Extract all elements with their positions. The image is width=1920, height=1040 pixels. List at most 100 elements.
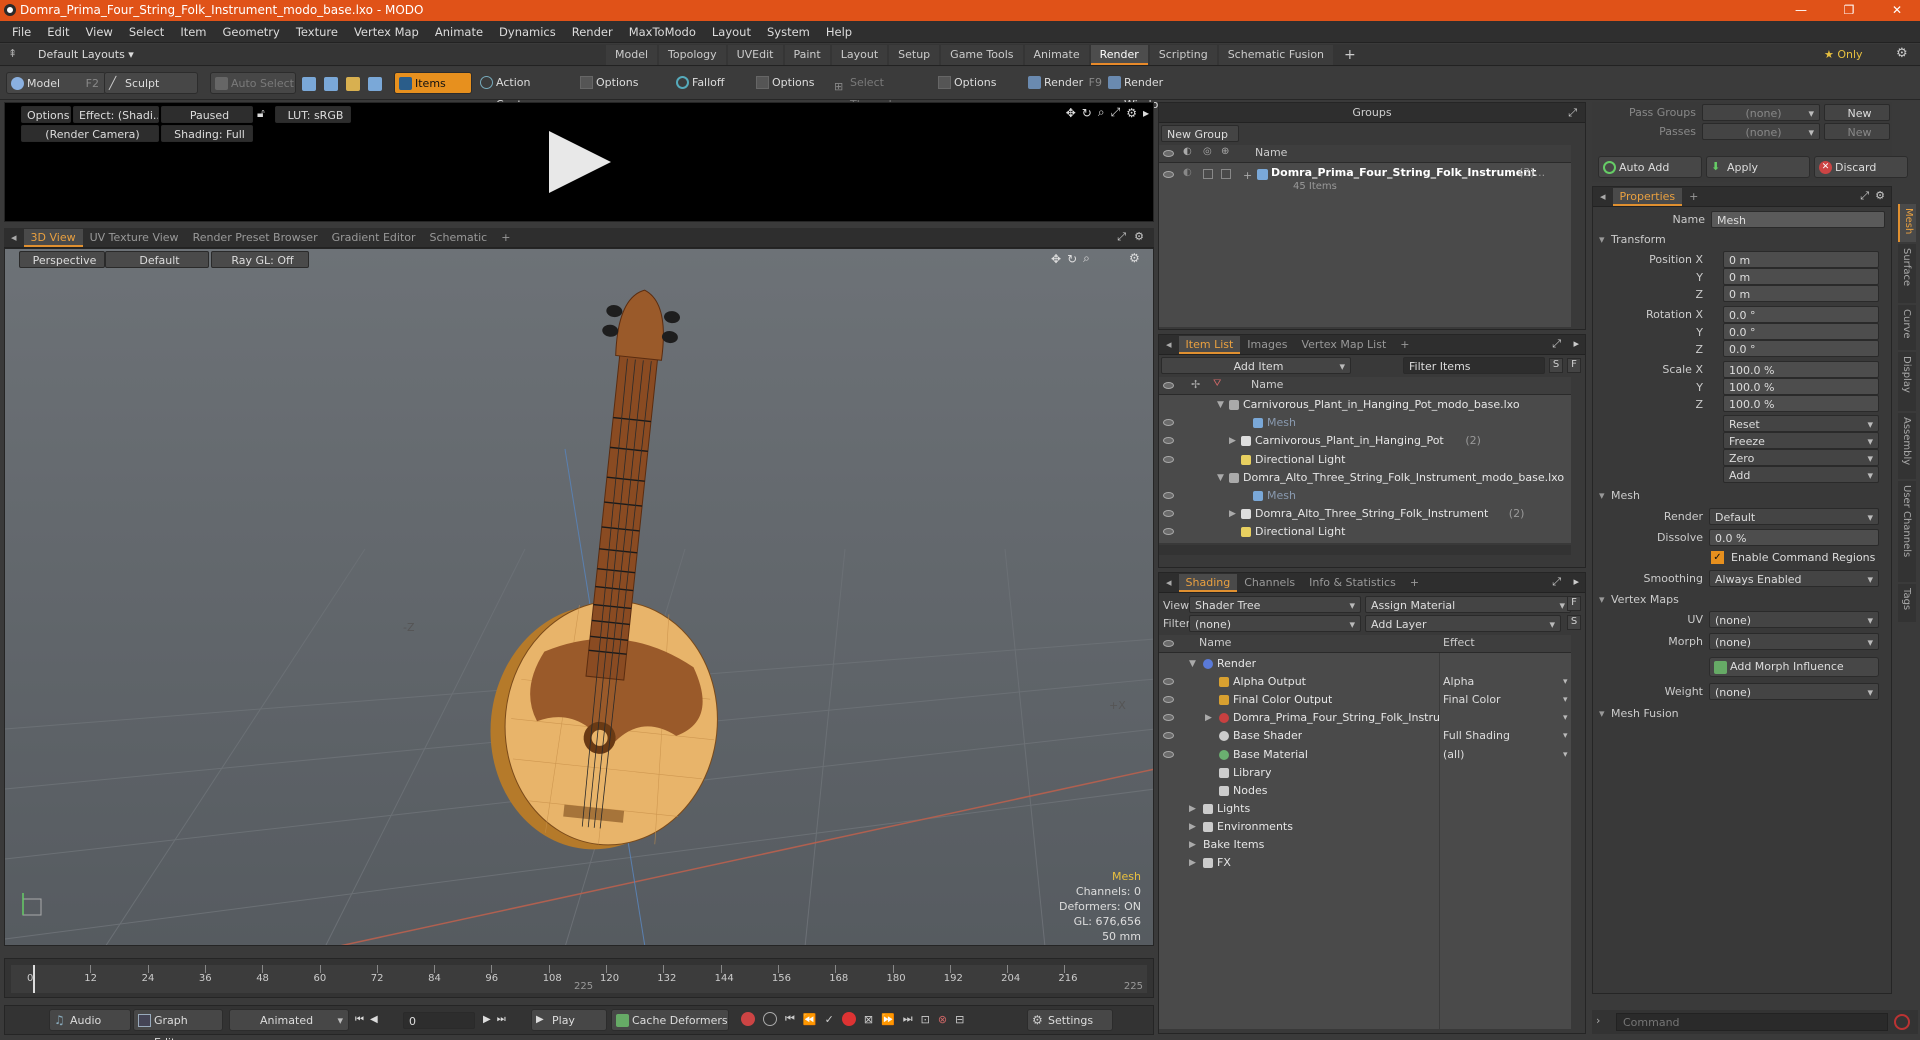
zoom-icon[interactable]: ⌕	[1098, 105, 1105, 120]
play-preview-icon[interactable]	[545, 129, 615, 195]
mesh-fusion-section[interactable]: Mesh Fusion	[1593, 705, 1679, 723]
preview-paused-button[interactable]: Paused	[161, 106, 253, 123]
render-button[interactable]: Render F9	[1024, 72, 1102, 94]
shading-arrow-icon[interactable]: ▸	[1573, 575, 1579, 588]
maximize-button[interactable]: ❐	[1834, 2, 1864, 18]
viewport-gear-icon[interactable]: ⚙	[1134, 230, 1144, 243]
item-type-icon[interactable]: ⛛	[1213, 378, 1221, 389]
lock-column-icon[interactable]: ✢	[1191, 378, 1200, 391]
select-through-button[interactable]: ⊞ Select Through	[830, 72, 932, 111]
smoothing-dropdown[interactable]: Always Enabled	[1709, 570, 1879, 587]
shader-tree-row[interactable]: Base Shader Full Shading ▾	[1159, 727, 1571, 745]
pass-groups-dropdown[interactable]: (none)	[1702, 104, 1820, 121]
skip-to-start-icon[interactable]: ⏮	[355, 1014, 364, 1025]
shader-tree[interactable]: Name Effect ▼ Render Alpha Output Alpha ▾ Fin…	[1159, 635, 1571, 1029]
key-icon[interactable]: ⏪	[803, 1013, 817, 1026]
item-list-arrow-icon[interactable]: ▸	[1573, 337, 1579, 350]
side-tab-user-channels[interactable]: User Channels	[1898, 481, 1916, 582]
visibility-eye-icon[interactable]	[1163, 510, 1174, 518]
apply-button[interactable]: ⬇ Apply	[1706, 156, 1810, 178]
visibility-eye-icon[interactable]	[1163, 382, 1174, 389]
tab-paint[interactable]: Paint	[784, 45, 830, 65]
key-mode-icon[interactable]	[763, 1012, 777, 1026]
menu-texture[interactable]: Texture	[288, 21, 346, 43]
zoom-icon[interactable]: ⌕	[1083, 251, 1090, 266]
position-y-input[interactable]: 0 m	[1723, 268, 1879, 285]
add-morph-influence-button[interactable]: Add Morph Influence	[1709, 657, 1879, 677]
audio-button[interactable]: ♫ Audio	[49, 1009, 131, 1031]
preview-lut-dropdown[interactable]: LUT: sRGB	[275, 106, 351, 123]
rotate-icon[interactable]: ↻	[1082, 106, 1092, 120]
command-history-icon[interactable]	[1894, 1014, 1910, 1030]
scale-x-input[interactable]: 100.0 %	[1723, 361, 1879, 378]
expand-arrow-icon[interactable]: ▶	[1229, 505, 1236, 523]
action-center-options-button[interactable]: Options	[576, 72, 670, 94]
maximize-icon[interactable]: ⤢	[1111, 105, 1121, 120]
group-row[interactable]: ◐ + Domra_Prima_Four_String_Folk_Instrum…	[1159, 165, 1571, 205]
record-icon[interactable]	[841, 1012, 856, 1026]
transform-section[interactable]: Transform	[1593, 231, 1666, 249]
shader-filter-dropdown[interactable]: (none)	[1189, 615, 1361, 632]
preview-shading-dropdown[interactable]: Shading: Full	[161, 125, 253, 142]
item-list-maximize-icon[interactable]: ⤢	[1552, 337, 1561, 351]
next-key-icon[interactable]: ▶	[483, 1014, 491, 1025]
tab-topology[interactable]: Topology	[659, 45, 726, 65]
shader-effect-dropdown[interactable]: Final Color	[1443, 691, 1563, 709]
position-x-input[interactable]: 0 m	[1723, 251, 1879, 268]
shader-tree-row[interactable]: Alpha Output Alpha ▾	[1159, 673, 1571, 691]
only-toggle[interactable]: ★ Only	[1824, 48, 1863, 61]
domra-instrument-model[interactable]	[485, 289, 755, 919]
expand-arrow-icon[interactable]: ▼	[1189, 655, 1196, 673]
enable-command-regions-checkbox[interactable]: ✓	[1711, 551, 1724, 564]
position-z-input[interactable]: 0 m	[1723, 285, 1879, 302]
rotation-y-input[interactable]: 0.0 °	[1723, 323, 1879, 340]
visibility-eye-icon[interactable]	[1163, 492, 1174, 499]
side-tab-curve[interactable]: Curve	[1898, 305, 1916, 350]
shader-tree-row[interactable]: ▶ Domra_Prima_Four_String_Folk_Instru ...…	[1159, 709, 1571, 727]
expand-arrow-icon[interactable]: ▼	[1217, 469, 1224, 487]
lock-toggle-icon[interactable]: ◎	[1203, 146, 1212, 157]
tab-3d-view[interactable]: 3D View	[23, 228, 83, 247]
visibility-eye-icon[interactable]	[1163, 750, 1174, 758]
visibility-eye-icon[interactable]	[1163, 678, 1174, 686]
shader-effect-dropdown[interactable]: (all)	[1443, 746, 1563, 764]
add-item-tab-icon[interactable]: +	[1393, 336, 1416, 354]
command-expand-icon[interactable]: ›	[1596, 1014, 1600, 1027]
model-mode-button[interactable]: Model F2	[6, 72, 106, 94]
timeline[interactable]: 0 12 24 36 48 60 72 84 96 108 120 132 144 156 168 180 19…	[4, 958, 1154, 998]
key-delete-icon[interactable]: ⊠	[864, 1013, 873, 1026]
menu-maxtomodo[interactable]: MaxToModo	[621, 21, 704, 43]
vertices-mode-icon[interactable]	[302, 77, 316, 91]
prev-keyframe-icon[interactable]: ⏮	[785, 1012, 795, 1026]
scale-z-input[interactable]: 100.0 %	[1723, 395, 1879, 412]
menu-file[interactable]: File	[4, 21, 39, 43]
properties-grip-icon[interactable]: ◂	[1593, 188, 1613, 206]
viewport-options-gear-icon[interactable]: ⚙	[1129, 251, 1140, 265]
freeze-dropdown[interactable]: Freeze	[1723, 432, 1879, 449]
falloff-button[interactable]: Falloff	[672, 72, 750, 94]
ray-gl-toggle[interactable]: Ray GL: Off	[211, 251, 309, 268]
visibility-eye-icon[interactable]	[1163, 437, 1174, 445]
side-tab-mesh[interactable]: Mesh	[1898, 204, 1916, 242]
tab-channels[interactable]: Channels	[1237, 574, 1302, 592]
action-center-button[interactable]: Action Center	[476, 72, 570, 111]
tab-images[interactable]: Images	[1240, 336, 1294, 354]
item-list[interactable]: ✢ ⛛ Name ▼ Carnivorous_Plant_in_Hanging_P…	[1159, 377, 1571, 543]
item-list-row[interactable]: Mesh	[1159, 487, 1571, 505]
view-style-dropdown[interactable]: Default	[105, 251, 209, 268]
tab-setup[interactable]: Setup	[889, 45, 940, 65]
shader-tree-row[interactable]: ▶ Lights	[1159, 800, 1571, 818]
sculpt-mode-button[interactable]: ╱ Sculpt	[104, 72, 198, 94]
key-selected-icon[interactable]: ⊡	[921, 1013, 930, 1026]
new-pass-button[interactable]: New	[1824, 123, 1890, 140]
shading-tabs-grip-icon[interactable]: ◂	[1159, 574, 1179, 592]
tab-schematic-fusion[interactable]: Schematic Fusion	[1218, 45, 1334, 65]
item-list-row[interactable]: Mesh	[1159, 414, 1571, 432]
layout-collapse-icon[interactable]: ⇞	[8, 47, 17, 60]
lock-toggle-icon[interactable]	[1203, 169, 1213, 179]
properties-maximize-icon[interactable]: ⤢	[1860, 189, 1869, 203]
scale-y-input[interactable]: 100.0 %	[1723, 378, 1879, 395]
key-all-icon[interactable]: ⊗	[938, 1013, 947, 1026]
shader-s-button[interactable]: S	[1567, 615, 1581, 630]
auto-select-button[interactable]: Auto Select	[210, 72, 296, 94]
